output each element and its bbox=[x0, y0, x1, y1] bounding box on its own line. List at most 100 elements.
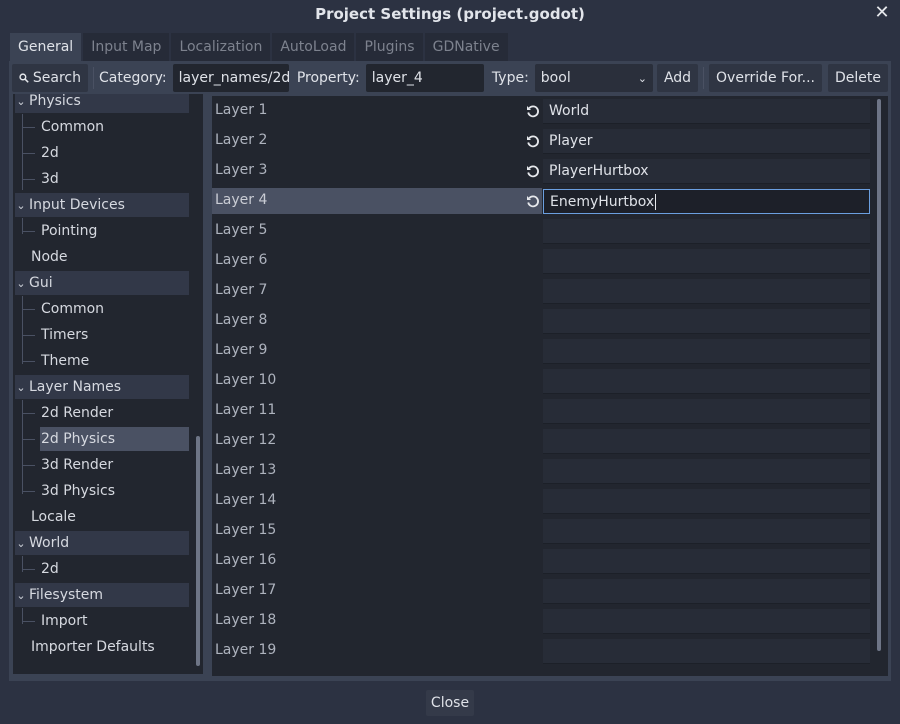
property-value-field[interactable] bbox=[543, 459, 870, 484]
property-row[interactable]: Layer 1 World bbox=[212, 98, 872, 124]
chevron-down-icon[interactable]: ⌄ bbox=[15, 537, 27, 550]
tree-item-label: 2d bbox=[41, 561, 59, 577]
property-row[interactable]: Layer 3 PlayerHurtbox bbox=[212, 158, 872, 184]
search-button[interactable]: Search bbox=[12, 64, 88, 92]
tree-section[interactable]: ⌄ Input Devices bbox=[15, 193, 189, 217]
property-row[interactable]: Layer 15 bbox=[212, 518, 872, 544]
property-name: Layer 11 bbox=[215, 402, 277, 418]
property-value-field[interactable] bbox=[543, 249, 870, 274]
tree-connector bbox=[23, 309, 35, 310]
override-for-button[interactable]: Override For... bbox=[709, 64, 822, 92]
property-row[interactable]: Layer 8 bbox=[212, 308, 872, 334]
property-row[interactable]: Layer 18 bbox=[212, 608, 872, 634]
tree-connector bbox=[23, 413, 35, 414]
property-value-field[interactable] bbox=[543, 579, 870, 604]
property-value-field[interactable]: EnemyHurtbox bbox=[543, 189, 870, 214]
tree-section[interactable]: ⌄ Filesystem bbox=[15, 583, 189, 607]
property-row[interactable]: Layer 5 bbox=[212, 218, 872, 244]
property-value-field[interactable] bbox=[543, 639, 870, 664]
property-value-field[interactable] bbox=[543, 519, 870, 544]
revert-icon[interactable] bbox=[524, 132, 542, 150]
property-value-field[interactable] bbox=[543, 549, 870, 574]
tree-item[interactable]: Timers bbox=[23, 323, 189, 347]
tree-item[interactable]: 2d Render bbox=[23, 401, 189, 425]
tree-scrollbar[interactable] bbox=[196, 436, 200, 666]
property-row[interactable]: Layer 2 Player bbox=[212, 128, 872, 154]
tree-item[interactable]: 2d bbox=[23, 141, 189, 165]
tree-item[interactable]: Common bbox=[23, 297, 189, 321]
property-value-field[interactable]: PlayerHurtbox bbox=[543, 159, 870, 184]
tree-guide bbox=[22, 400, 23, 494]
property-value-field[interactable] bbox=[543, 399, 870, 424]
tab-gdnative[interactable]: GDNative bbox=[424, 33, 508, 61]
property-row[interactable]: Layer 6 bbox=[212, 248, 872, 274]
property-value-field[interactable] bbox=[543, 609, 870, 634]
tree-section[interactable]: ⌄ World bbox=[15, 531, 189, 555]
tree-item[interactable]: Theme bbox=[23, 349, 189, 373]
tab-plugins[interactable]: Plugins bbox=[356, 33, 423, 61]
tree-item[interactable]: 3d Render bbox=[23, 453, 189, 477]
property-row[interactable]: Layer 9 bbox=[212, 338, 872, 364]
toolbar-separator bbox=[703, 67, 705, 89]
tree-connector bbox=[23, 335, 35, 336]
toolbar-separator bbox=[93, 67, 94, 89]
property-row[interactable]: Layer 19 bbox=[212, 638, 872, 664]
property-row[interactable]: Layer 16 bbox=[212, 548, 872, 574]
tree-section[interactable]: ⌄ Physics bbox=[15, 94, 189, 113]
property-row[interactable]: Layer 17 bbox=[212, 578, 872, 604]
property-value-field[interactable] bbox=[543, 279, 870, 304]
tree-item[interactable]: Node bbox=[15, 245, 189, 269]
tab-autoload[interactable]: AutoLoad bbox=[272, 33, 355, 61]
property-name: Layer 15 bbox=[215, 522, 277, 538]
chevron-down-icon[interactable]: ⌄ bbox=[15, 95, 27, 108]
property-value-field[interactable] bbox=[543, 219, 870, 244]
property-value-field[interactable] bbox=[543, 489, 870, 514]
tree-section[interactable]: ⌄ Layer Names bbox=[15, 375, 189, 399]
close-icon[interactable]: ✕ bbox=[872, 2, 892, 24]
property-value-field[interactable] bbox=[543, 369, 870, 394]
tree-section[interactable]: ⌄ Gui bbox=[15, 271, 189, 295]
property-value-text: World bbox=[549, 103, 590, 119]
property-row[interactable]: Layer 14 bbox=[212, 488, 872, 514]
revert-icon[interactable] bbox=[524, 102, 542, 120]
tree-item-label: 2d Physics bbox=[41, 431, 116, 447]
property-value-field[interactable] bbox=[543, 429, 870, 454]
property-row[interactable]: Layer 4 EnemyHurtbox bbox=[212, 188, 872, 214]
property-row[interactable]: Layer 7 bbox=[212, 278, 872, 304]
revert-icon[interactable] bbox=[524, 192, 542, 210]
delete-button[interactable]: Delete bbox=[828, 64, 888, 92]
tree-item-label: Importer Defaults bbox=[31, 639, 155, 655]
chevron-down-icon[interactable]: ⌄ bbox=[15, 381, 27, 394]
property-row[interactable]: Layer 11 bbox=[212, 398, 872, 424]
tree-item[interactable]: Pointing bbox=[23, 219, 189, 243]
property-value-field[interactable]: Player bbox=[543, 129, 870, 154]
property-field[interactable]: layer_4 bbox=[365, 64, 484, 92]
tree-item[interactable]: 2d bbox=[23, 557, 189, 581]
property-row[interactable]: Layer 10 bbox=[212, 368, 872, 394]
tab-general[interactable]: General bbox=[10, 33, 82, 61]
revert-icon[interactable] bbox=[524, 162, 542, 180]
tree-item[interactable]: 3d Physics bbox=[23, 479, 189, 503]
tab-input-map[interactable]: Input Map bbox=[83, 33, 170, 61]
close-button[interactable]: Close bbox=[426, 690, 474, 716]
property-scrollbar[interactable] bbox=[877, 99, 881, 651]
tree-item[interactable]: Importer Defaults bbox=[15, 635, 189, 659]
tree-item[interactable]: Locale bbox=[15, 505, 189, 529]
type-select[interactable]: bool ⌄ bbox=[534, 64, 653, 92]
tree-item[interactable]: 2d Physics bbox=[23, 427, 189, 451]
property-row[interactable]: Layer 12 bbox=[212, 428, 872, 454]
category-field[interactable]: layer_names/2d bbox=[172, 64, 289, 92]
property-value-field[interactable]: World bbox=[543, 99, 870, 124]
add-button[interactable]: Add bbox=[656, 64, 699, 92]
chevron-down-icon[interactable]: ⌄ bbox=[15, 589, 27, 602]
property-row[interactable]: Layer 13 bbox=[212, 458, 872, 484]
search-icon bbox=[19, 73, 29, 83]
tab-localization[interactable]: Localization bbox=[171, 33, 271, 61]
chevron-down-icon[interactable]: ⌄ bbox=[15, 199, 27, 212]
chevron-down-icon[interactable]: ⌄ bbox=[15, 277, 27, 290]
property-value-field[interactable] bbox=[543, 339, 870, 364]
tree-item[interactable]: 3d bbox=[23, 167, 189, 191]
property-value-field[interactable] bbox=[543, 309, 870, 334]
tree-item[interactable]: Common bbox=[23, 115, 189, 139]
tree-item[interactable]: Import bbox=[23, 609, 189, 633]
